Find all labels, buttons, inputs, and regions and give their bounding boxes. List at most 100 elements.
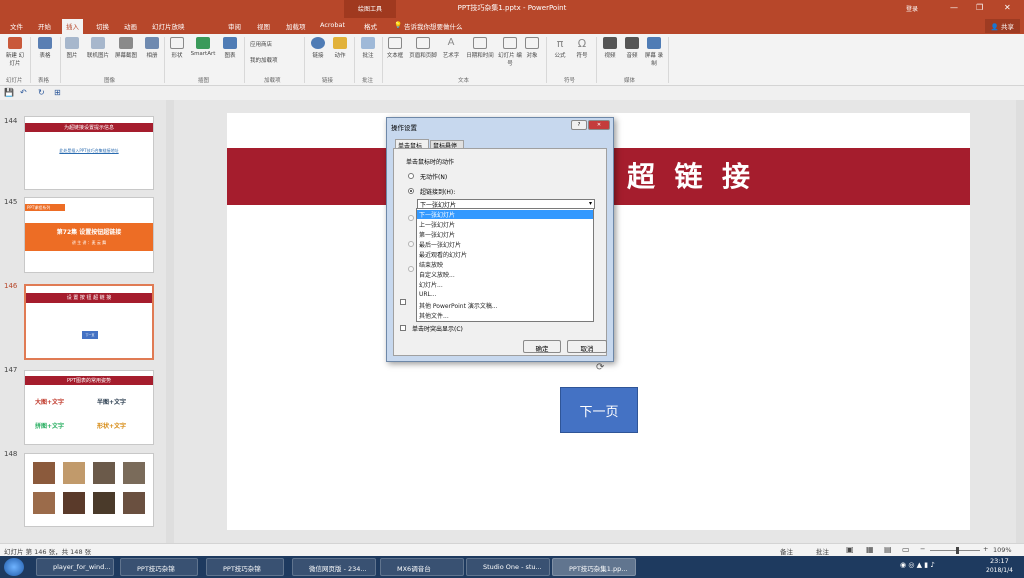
notes-button[interactable]: 备注 [780, 546, 793, 556]
slide-thumbnail-148[interactable] [24, 453, 154, 527]
tab-file[interactable]: 文件 [10, 21, 23, 31]
slide-thumbnail-145[interactable]: PPT课程系列 第72集 设置按钮超链接 讲 主 讲 ：麦 云 舞 [24, 197, 154, 273]
tab-slideshow[interactable]: 幻灯片放映 [152, 21, 185, 31]
list-item[interactable]: 幻灯片... [419, 280, 443, 289]
rotate-handle-icon[interactable]: ⟳ [596, 362, 604, 373]
tab-format[interactable]: 格式 [364, 21, 377, 31]
play-sound-checkbox[interactable] [400, 299, 406, 305]
minimize-button[interactable]: — [950, 3, 958, 12]
thumbnail-scrollbar[interactable] [166, 100, 174, 543]
cancel-button[interactable]: 取消 [567, 340, 607, 353]
share-button[interactable]: 👤 共享 [984, 19, 1020, 33]
screenshot-button[interactable]: 屏幕截图 [112, 37, 140, 59]
radio-run-macro[interactable] [408, 241, 414, 247]
shapes-button[interactable]: 形状 [168, 37, 186, 59]
zoom-slider[interactable] [930, 550, 980, 551]
zoom-out-icon[interactable]: − [920, 545, 925, 553]
my-addins-button[interactable]: 我的加载项 [250, 56, 300, 64]
slideshow-view-icon[interactable]: ▭ [902, 545, 910, 554]
sorter-view-icon[interactable]: ▦ [866, 545, 874, 554]
list-item[interactable]: 最后一张幻灯片 [419, 240, 461, 249]
ok-button[interactable]: 确定 [523, 340, 561, 353]
next-page-button[interactable]: 下一页 [560, 387, 638, 433]
chart-button[interactable]: 图表 [220, 37, 240, 59]
video-button[interactable]: 视频 [600, 37, 620, 59]
dialog-close-button[interactable]: ✕ [588, 120, 610, 130]
maximize-button[interactable]: ❐ [976, 3, 983, 12]
help-button[interactable]: ? [571, 120, 587, 130]
list-item[interactable]: 其他 PowerPoint 演示文稿... [419, 301, 498, 310]
zoom-slider-thumb[interactable] [956, 547, 959, 554]
taskbar-item[interactable]: 微信网页版 - 234... [292, 558, 376, 576]
symbol-button[interactable]: Ω 符号 [572, 37, 592, 59]
reading-view-icon[interactable]: ▤ [884, 545, 892, 554]
close-button[interactable]: ✕ [1004, 3, 1011, 12]
tell-me-box[interactable]: 告诉我你想要做什么 [404, 21, 463, 31]
list-item[interactable]: 下一张幻灯片 [417, 210, 593, 219]
link-button[interactable]: 链接 [308, 37, 328, 59]
tab-review[interactable]: 审阅 [228, 21, 241, 31]
list-item[interactable]: URL... [419, 291, 437, 298]
list-item[interactable]: 上一张幻灯片 [419, 220, 455, 229]
radio-no-action[interactable] [408, 173, 414, 179]
textbox-button[interactable]: 文本框 [384, 37, 406, 59]
slide-thumbnail-147[interactable]: PPT图表的常用姿势 大图+文字 半图+文字 拼图+文字 形状+文字 [24, 370, 154, 445]
screen-record-button[interactable]: 屏幕 录制 [644, 37, 664, 67]
table-button[interactable]: 表格 [34, 37, 56, 59]
zoom-level[interactable]: 109% [993, 546, 1012, 554]
tab-view[interactable]: 视图 [257, 21, 270, 31]
list-item[interactable]: 最近观看的幻灯片 [419, 250, 467, 259]
smartart-button[interactable]: SmartArt [188, 37, 218, 57]
taskbar-item[interactable]: Studio One - stu... [466, 558, 550, 576]
list-item[interactable]: 第一张幻灯片 [419, 230, 455, 239]
datetime-button[interactable]: 日期和时间 [462, 37, 498, 59]
start-button[interactable] [4, 558, 24, 576]
tab-addins[interactable]: 加载项 [286, 21, 306, 31]
taskbar-item[interactable]: PPT技巧杂锦 [206, 558, 284, 576]
wordart-button[interactable]: A 艺术字 [440, 37, 462, 59]
comments-button[interactable]: 批注 [816, 546, 829, 556]
object-button[interactable]: 对象 [522, 37, 542, 59]
slide-thumbnail-144[interactable]: 为超链接设置提示信息 此处是插入PPT技巧合集链接地址 [24, 116, 154, 190]
tray-icons[interactable]: ◉ ◎ ▲ ▮ ♪ [900, 561, 935, 569]
clock-date[interactable]: 2018/1/4 [986, 567, 1013, 574]
slide-thumbnail-146[interactable]: 设 置 按 钮 超 链 接 下一页 [24, 284, 154, 360]
picture-button[interactable]: 图片 [62, 37, 82, 59]
save-icon[interactable]: 💾 [4, 88, 14, 97]
list-item[interactable]: 结束放映 [419, 260, 443, 269]
canvas-scrollbar[interactable] [1016, 100, 1024, 543]
action-button[interactable]: 动作 [330, 37, 350, 59]
taskbar-item[interactable]: MX6调音台 [380, 558, 464, 576]
radio-object-action[interactable] [408, 266, 414, 272]
header-footer-button[interactable]: 页眉和页脚 [406, 37, 440, 59]
login-link[interactable]: 登录 [906, 4, 918, 13]
online-picture-button[interactable]: 联机图片 [84, 37, 112, 59]
highlight-click-checkbox[interactable] [400, 325, 406, 331]
redo-icon[interactable]: ↻ [38, 88, 45, 97]
album-button[interactable]: 相册 [142, 37, 162, 59]
store-button[interactable]: 应用商店 [250, 40, 300, 48]
radio-run-program[interactable] [408, 215, 414, 221]
zoom-in-icon[interactable]: + [983, 545, 988, 553]
comment-button[interactable]: 批注 [358, 37, 378, 59]
tab-home[interactable]: 开始 [38, 21, 51, 31]
taskbar-item[interactable]: player_for_wind... [36, 558, 114, 576]
slide-number-button[interactable]: 幻灯片 编号 [498, 37, 522, 67]
equation-button[interactable]: π 公式 [550, 37, 570, 59]
tab-acrobat[interactable]: Acrobat [320, 21, 345, 29]
customize-icon[interactable]: ⊞ [54, 88, 61, 97]
picture-icon [65, 37, 79, 49]
clock-time[interactable]: 23:17 [990, 557, 1009, 565]
radio-hyperlink[interactable] [408, 188, 414, 194]
tab-animations[interactable]: 动画 [124, 21, 137, 31]
taskbar-item[interactable]: PPT技巧杂集1.pp... [552, 558, 636, 576]
tab-insert[interactable]: 插入 [62, 19, 83, 34]
taskbar-item[interactable]: PPT技巧杂锦 [120, 558, 198, 576]
new-slide-button[interactable]: 新建 幻灯片 [4, 37, 26, 67]
list-item[interactable]: 其他文件... [419, 311, 449, 320]
undo-icon[interactable]: ↶ [20, 88, 27, 97]
tab-transitions[interactable]: 切换 [96, 21, 109, 31]
normal-view-icon[interactable]: ▣ [846, 545, 854, 554]
audio-button[interactable]: 音频 [622, 37, 642, 59]
list-item[interactable]: 自定义放映... [419, 270, 455, 279]
